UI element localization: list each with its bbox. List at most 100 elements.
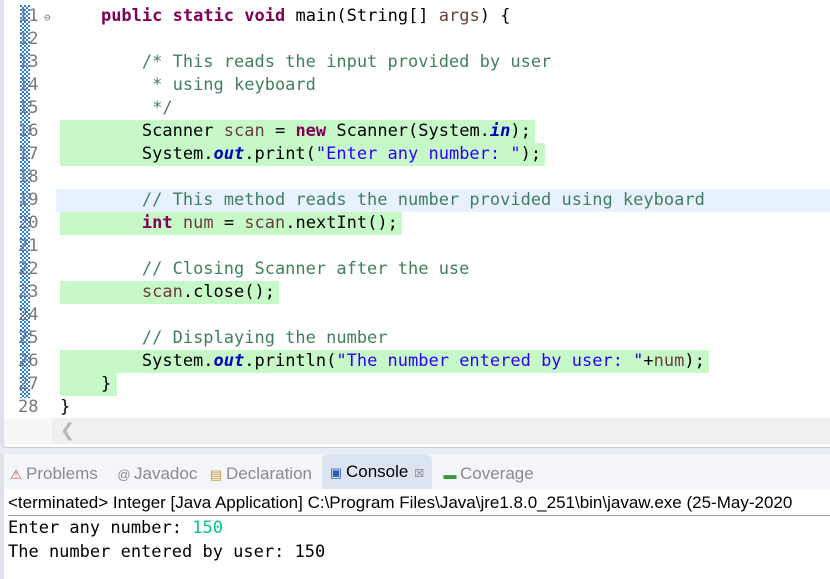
- code-line[interactable]: 16 Scanner scan = new Scanner(System.in)…: [4, 120, 830, 143]
- code-text: * using keyboard: [56, 74, 830, 97]
- code-line[interactable]: 24: [4, 304, 830, 327]
- code-token: * using keyboard: [141, 75, 316, 95]
- declaration-icon: ▤: [209, 467, 223, 482]
- code-line[interactable]: 26 System.out.println("The number entere…: [4, 350, 830, 373]
- tab-label: Coverage: [460, 464, 534, 483]
- tab-problems[interactable]: ⚠ Problems: [8, 461, 98, 487]
- code-text: int num = scan.nextInt();: [56, 212, 402, 235]
- gutter-bottom: [4, 418, 52, 444]
- code-token: int: [141, 213, 173, 233]
- console-prompt: Enter any number:: [8, 518, 193, 538]
- code-token: in: [489, 121, 511, 141]
- code-line[interactable]: 15 */: [4, 97, 830, 120]
- line-number: 26: [18, 351, 39, 371]
- code-line[interactable]: 18: [4, 166, 830, 189]
- line-number: 23: [18, 282, 39, 302]
- code-line[interactable]: 27 }: [4, 373, 830, 396]
- code-token: System.: [60, 351, 214, 371]
- console-result: The number entered by user: 150: [8, 542, 326, 562]
- code-token: main(String[]: [285, 6, 439, 26]
- line-number: 19: [18, 190, 39, 210]
- code-token: out: [213, 144, 245, 164]
- code-token: new: [295, 121, 327, 141]
- code-token: .print(: [244, 144, 316, 164]
- code-token: Scanner: [60, 121, 224, 141]
- code-text: */: [56, 97, 830, 120]
- code-token: }: [60, 374, 112, 394]
- line-number: 16: [18, 121, 39, 141]
- tab-declaration[interactable]: ▤ Declaration: [208, 461, 312, 487]
- code-token: scan: [244, 213, 286, 233]
- problems-icon: ⚠: [10, 467, 22, 482]
- code-line[interactable]: 17 System.out.print("Enter any number: "…: [4, 143, 830, 166]
- code-token: num: [653, 351, 685, 371]
- code-token: scan: [141, 282, 183, 302]
- code-line[interactable]: 25 // Displaying the number: [4, 327, 830, 350]
- code-text: }: [56, 396, 830, 419]
- code-text: // Closing Scanner after the use: [56, 258, 830, 281]
- code-token: Scanner(System.: [326, 121, 490, 141]
- code-lines[interactable]: 11 ⊖ public static void main(String[] arg…: [4, 5, 830, 419]
- code-token: ) {: [479, 6, 511, 26]
- code-token: .close();: [182, 282, 275, 302]
- code-line[interactable]: 28}: [4, 396, 830, 419]
- code-text: }: [56, 373, 118, 396]
- console-icon: ▣: [329, 465, 343, 480]
- code-token: "Enter any number: ": [315, 144, 521, 164]
- line-number: 13: [18, 52, 39, 72]
- code-line[interactable]: 12: [4, 28, 830, 51]
- javadoc-icon: @: [117, 467, 131, 482]
- code-editor[interactable]: 11 ⊖ public static void main(String[] arg…: [0, 0, 830, 448]
- code-text: Scanner scan = new Scanner(System.in);: [56, 120, 535, 143]
- close-tab-icon[interactable]: ☒: [414, 468, 424, 480]
- coverage-icon: ▬: [443, 467, 457, 482]
- code-line[interactable]: 21: [4, 235, 830, 258]
- code-token: void: [244, 6, 286, 26]
- line-number: 20: [18, 213, 39, 233]
- chevron-left-icon[interactable]: ❮: [60, 420, 75, 441]
- fold-collapse-icon[interactable]: ⊖: [44, 6, 51, 29]
- code-line[interactable]: 13 /* This reads the input provided by u…: [4, 51, 830, 74]
- code-line[interactable]: 20 int num = scan.nextInt();: [4, 212, 830, 235]
- line-number: 25: [18, 328, 39, 348]
- console-user-input: 150: [192, 518, 223, 538]
- horizontal-scrollbar[interactable]: ❮: [52, 418, 830, 444]
- code-line[interactable]: 23 scan.close();: [4, 281, 830, 304]
- code-token: .println(: [244, 351, 337, 371]
- console-output[interactable]: Enter any number: 150 The number entered…: [8, 516, 325, 564]
- panel-tab-bar: ⚠ Problems @ Javadoc ▤ Declaration ▣ Console ☒ ▬ C…: [4, 454, 830, 489]
- code-text: // Displaying the number: [56, 327, 830, 350]
- code-token: scan: [223, 121, 265, 141]
- tab-coverage[interactable]: ▬ Coverage: [442, 461, 534, 487]
- code-token: num: [182, 213, 214, 233]
- tab-label: Javadoc: [134, 464, 198, 483]
- code-line[interactable]: 19 // This method reads the number provi…: [4, 189, 830, 212]
- console-panel: ⚠ Problems @ Javadoc ▤ Declaration ▣ Console ☒ ▬ C…: [0, 454, 830, 579]
- code-token: =: [213, 213, 245, 233]
- line-number: 15: [18, 98, 39, 118]
- code-line[interactable]: 22 // Closing Scanner after the use: [4, 258, 830, 281]
- code-token: // Displaying the number: [141, 328, 388, 348]
- code-token: */: [141, 98, 173, 118]
- code-line[interactable]: 11 ⊖ public static void main(String[] arg…: [4, 5, 830, 28]
- code-token: +: [643, 351, 654, 371]
- line-number: 27: [18, 374, 39, 394]
- code-line[interactable]: 14 * using keyboard: [4, 74, 830, 97]
- tab-javadoc[interactable]: @ Javadoc: [116, 461, 197, 487]
- code-token: .nextInt();: [285, 213, 398, 233]
- code-token: );: [510, 121, 531, 141]
- line-number: 24: [18, 305, 39, 325]
- tab-label: Problems: [26, 464, 98, 483]
- tab-console[interactable]: ▣ Console ☒: [322, 454, 433, 489]
